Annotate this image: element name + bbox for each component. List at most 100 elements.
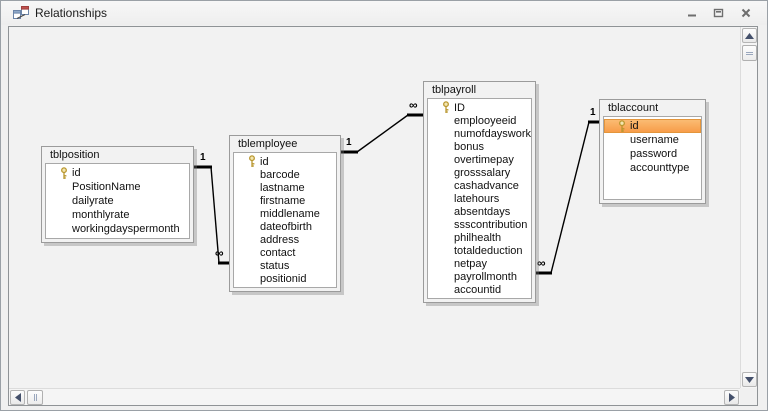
minimize-button[interactable] — [678, 4, 705, 22]
window-controls — [678, 4, 759, 22]
field-row-tblemployee-address[interactable]: address — [234, 233, 336, 246]
horizontal-scrollbar[interactable] — [9, 388, 740, 405]
field-name: ID — [454, 101, 465, 114]
field-row-tblaccount-password[interactable]: password — [604, 147, 701, 161]
table-tblposition[interactable]: tblposition id PositionName dailyrate monthl… — [41, 146, 194, 243]
field-row-tblpayroll-payrollmonth[interactable]: payrollmonth — [428, 270, 531, 283]
field-row-tblaccount-username[interactable]: username — [604, 133, 701, 147]
field-row-tblpayroll-netpay[interactable]: netpay — [428, 257, 531, 270]
field-row-tblpayroll-numofdayswork[interactable]: numofdayswork — [428, 127, 531, 140]
field-name: lastname — [260, 181, 305, 194]
field-name: positionid — [260, 272, 307, 285]
cardinality-one-label: 1 — [346, 137, 352, 148]
field-row-tblpayroll-philhealth[interactable]: philhealth — [428, 231, 531, 244]
vertical-scroll-thumb[interactable] — [742, 45, 757, 61]
table-tblaccount[interactable]: tblaccount id username password accounttype — [599, 99, 706, 204]
table-title-tblpayroll[interactable]: tblpayroll — [427, 83, 532, 98]
field-row-tblpayroll-latehours[interactable]: latehours — [428, 192, 531, 205]
field-row-tblaccount-accounttype[interactable]: accounttype — [604, 161, 701, 175]
field-row-tblemployee-status[interactable]: status — [234, 259, 336, 272]
field-row-tblpayroll-cashadvance[interactable]: cashadvance — [428, 179, 531, 192]
field-row-tblpayroll-totaldeduction[interactable]: totaldeduction — [428, 244, 531, 257]
table-tblemployee[interactable]: tblemployee id barcode lastname firstname mid… — [229, 135, 341, 292]
field-row-tblpayroll-ID[interactable]: ID — [428, 101, 531, 114]
relationships-window: Relationships 1 ∞ 1 ∞ 1 ∞ tblposition id… — [0, 0, 768, 411]
field-row-tblemployee-dateofbirth[interactable]: dateofbirth — [234, 220, 336, 233]
field-row-tblpayroll-ssscontribution[interactable]: ssscontribution — [428, 218, 531, 231]
field-name: contact — [260, 246, 296, 259]
table-tblpayroll[interactable]: tblpayroll ID emplooyeeid numofdayswork bonu… — [423, 81, 536, 303]
field-name: accountid — [454, 283, 502, 296]
field-row-tblposition-id[interactable]: id — [46, 166, 189, 180]
cardinality-many-label: ∞ — [409, 98, 418, 112]
scroll-right-button[interactable] — [724, 390, 739, 405]
field-name: latehours — [454, 192, 500, 205]
field-row-tblpayroll-grosssalary[interactable]: grosssalary — [428, 166, 531, 179]
key-glyph — [619, 119, 625, 132]
table-title-tblaccount[interactable]: tblaccount — [603, 101, 702, 116]
scroll-up-button[interactable] — [742, 28, 757, 43]
field-row-tblemployee-barcode[interactable]: barcode — [234, 168, 336, 181]
primary-key-icon — [56, 166, 72, 180]
field-row-tblaccount-id[interactable]: id — [604, 119, 701, 133]
field-row-tblemployee-firstname[interactable]: firstname — [234, 194, 336, 207]
field-name: netpay — [454, 257, 488, 270]
cardinality-many-label: ∞ — [215, 246, 224, 260]
field-row-tblemployee-lastname[interactable]: lastname — [234, 181, 336, 194]
scroll-left-button[interactable] — [10, 390, 25, 405]
field-name: status — [260, 259, 290, 272]
field-name: emplooyeeid — [454, 114, 517, 127]
scrollbar-corner — [740, 388, 757, 405]
field-list-tblpayroll: ID emplooyeeid numofdayswork bonus overtimep… — [427, 98, 532, 299]
close-button[interactable] — [732, 4, 759, 22]
diagram-canvas[interactable]: 1 ∞ 1 ∞ 1 ∞ tblposition id PositionName dai… — [9, 27, 740, 388]
field-name: id — [260, 155, 269, 168]
field-list-tblemployee: id barcode lastname firstname middlename date… — [233, 152, 337, 288]
cardinality-one-label: 1 — [590, 107, 596, 118]
field-name: address — [260, 233, 300, 246]
field-row-tblposition-workingdayspermonth[interactable]: workingdayspermonth — [46, 222, 189, 236]
relationships-icon — [13, 6, 29, 20]
title-bar: Relationships — [1, 1, 767, 25]
table-title-tblposition[interactable]: tblposition — [45, 148, 190, 163]
field-row-tblpayroll-bonus[interactable]: bonus — [428, 140, 531, 153]
primary-key-icon — [438, 101, 454, 114]
thumb-grip — [33, 394, 37, 401]
relationship-line-position-employee — [194, 165, 230, 265]
field-row-tblposition-monthlyrate[interactable]: monthlyrate — [46, 208, 189, 222]
field-row-tblemployee-positionid[interactable]: positionid — [234, 272, 336, 285]
window-title: Relationships — [35, 6, 108, 20]
horizontal-scroll-thumb[interactable] — [27, 390, 43, 405]
field-name: overtimepay — [454, 153, 514, 166]
field-row-tblemployee-id[interactable]: id — [234, 155, 336, 168]
field-row-tblemployee-middlename[interactable]: middlename — [234, 207, 336, 220]
restore-button[interactable] — [705, 4, 732, 22]
field-name: absentdays — [454, 205, 511, 218]
table-title-tblemployee[interactable]: tblemployee — [233, 137, 337, 152]
field-name: ssscontribution — [454, 218, 528, 231]
field-row-tblposition-PositionName[interactable]: PositionName — [46, 180, 189, 194]
field-row-tblemployee-contact[interactable]: contact — [234, 246, 336, 259]
field-name: firstname — [260, 194, 306, 207]
primary-key-icon — [614, 119, 630, 133]
field-name: barcode — [260, 168, 300, 181]
field-row-tblpayroll-overtimepay[interactable]: overtimepay — [428, 153, 531, 166]
field-list-tblaccount: id username password accounttype — [603, 116, 702, 200]
field-row-tblpayroll-emplooyeeid[interactable]: emplooyeeid — [428, 114, 531, 127]
field-name: cashadvance — [454, 179, 519, 192]
relationship-line-employee-payroll — [341, 113, 424, 154]
key-glyph — [443, 101, 449, 113]
key-glyph — [249, 155, 255, 167]
field-name: id — [630, 120, 639, 132]
scroll-down-button[interactable] — [742, 372, 757, 387]
field-name: password — [630, 148, 678, 160]
field-name: numofdayswork — [454, 127, 532, 140]
field-row-tblposition-dailyrate[interactable]: dailyrate — [46, 194, 189, 208]
vertical-scrollbar[interactable] — [740, 27, 757, 388]
field-row-tblpayroll-accountid[interactable]: accountid — [428, 283, 531, 296]
field-row-tblpayroll-absentdays[interactable]: absentdays — [428, 205, 531, 218]
field-name: dailyrate — [72, 195, 114, 207]
field-name: dateofbirth — [260, 220, 312, 233]
document-area: 1 ∞ 1 ∞ 1 ∞ tblposition id PositionName dai… — [8, 26, 758, 406]
field-name: PositionName — [72, 181, 141, 193]
